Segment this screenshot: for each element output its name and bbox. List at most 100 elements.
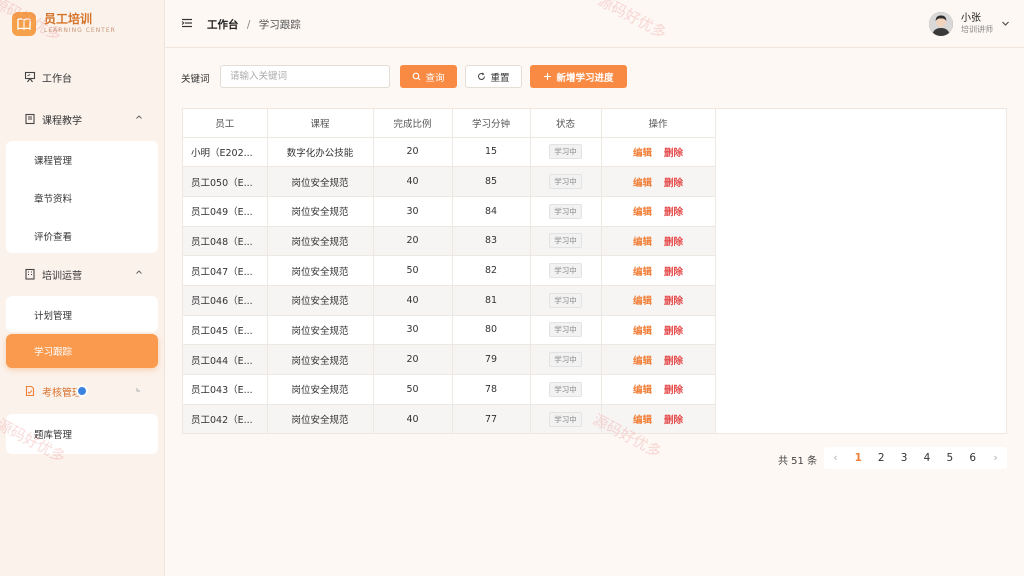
cell-status: 学习中 (530, 255, 602, 286)
cell-status: 学习中 (530, 166, 602, 197)
data-table: 员工 课程 完成比例 学习分钟 状态 操作 小明（E202... 数字化办公技能 2… (183, 109, 716, 435)
cell-minutes: 83 (452, 226, 531, 257)
keyword-search-input[interactable] (220, 65, 390, 88)
delete-button[interactable]: 删除 (664, 148, 683, 159)
prev-page-button[interactable]: ‹ (829, 452, 841, 464)
query-button-label: 查询 (425, 72, 445, 84)
edit-button[interactable]: 编辑 (633, 326, 652, 337)
delete-button[interactable]: 删除 (664, 178, 683, 189)
sidebar-item-workbench[interactable]: 工作台 (0, 64, 165, 90)
breadcrumb-home[interactable]: 工作台 (207, 19, 239, 31)
cell-minutes: 79 (452, 344, 531, 375)
column-header-employee[interactable]: 员工 (183, 109, 268, 138)
cell-status: 学习中 (530, 315, 602, 346)
sidebar-item-course-management[interactable]: 课程管理 (6, 141, 158, 179)
cell-employee: 员工043（E... (183, 374, 268, 405)
add-progress-button[interactable]: 新增学习进度 (530, 65, 627, 88)
cell-minutes: 84 (452, 196, 531, 227)
edit-button[interactable]: 编辑 (633, 178, 652, 189)
delete-button[interactable]: 删除 (664, 326, 683, 337)
page-button[interactable]: 4 (921, 452, 933, 464)
cell-status: 学习中 (530, 285, 602, 316)
chevron-down-icon[interactable] (1001, 18, 1010, 31)
cell-status: 学习中 (530, 226, 602, 257)
menu-fold-icon[interactable] (181, 17, 193, 32)
cell-minutes: 15 (452, 137, 531, 168)
table-row: 小明（E202... 数字化办公技能 20 15 学习中 编辑 删除 (183, 137, 716, 168)
delete-button[interactable]: 删除 (664, 237, 683, 248)
table-row: 员工049（E... 岗位安全规范 30 84 学习中 编辑 删除 (183, 196, 716, 227)
cell-ratio: 40 (373, 285, 453, 316)
breadcrumb: 工作台 / 学习跟踪 (207, 17, 301, 32)
cell-course: 岗位安全规范 (267, 285, 374, 316)
cell-minutes: 80 (452, 315, 531, 346)
sidebar-item-label: 工作台 (42, 73, 72, 85)
query-button[interactable]: 查询 (400, 65, 457, 88)
delete-button[interactable]: 删除 (664, 385, 683, 396)
delete-button[interactable]: 删除 (664, 415, 683, 426)
sidebar-group-course[interactable]: 课程教学 (0, 106, 165, 132)
building-icon (24, 268, 36, 280)
delete-button[interactable]: 删除 (664, 356, 683, 367)
cell-actions: 编辑 删除 (601, 255, 716, 286)
delete-button[interactable]: 删除 (664, 207, 683, 218)
edit-button[interactable]: 编辑 (633, 207, 652, 218)
cell-status: 学习中 (530, 404, 602, 435)
column-header-status[interactable]: 状态 (530, 109, 602, 138)
page-button[interactable]: 2 (875, 452, 887, 464)
delete-button[interactable]: 删除 (664, 267, 683, 278)
cell-ratio: 20 (373, 226, 453, 257)
edit-button[interactable]: 编辑 (633, 237, 652, 248)
watermark: 源码好优多 (594, 0, 670, 43)
cell-minutes: 78 (452, 374, 531, 405)
page-button[interactable]: 5 (944, 452, 956, 464)
keyword-label: 关键词 (181, 74, 210, 85)
cell-employee: 员工047（E... (183, 255, 268, 286)
table-row: 员工046（E... 岗位安全规范 40 81 学习中 编辑 删除 (183, 285, 716, 316)
sidebar-group-exam[interactable]: 考核管理 (0, 378, 165, 404)
cell-status: 学习中 (530, 344, 602, 375)
cell-course: 岗位安全规范 (267, 374, 374, 405)
reset-button[interactable]: 重置 (465, 65, 522, 88)
user-menu[interactable]: 小张 培训讲师 (929, 12, 1010, 36)
cell-employee: 员工044（E... (183, 344, 268, 375)
sidebar-item-reviews[interactable]: 评价查看 (6, 217, 158, 255)
learning-progress-table: 员工 课程 完成比例 学习分钟 状态 操作 小明（E202... 数字化办公技能 2… (182, 108, 1007, 435)
page-button[interactable]: 3 (898, 452, 910, 464)
sidebar-group-label: 课程教学 (42, 115, 82, 127)
cell-ratio: 20 (373, 344, 453, 375)
cell-employee: 员工049（E... (183, 196, 268, 227)
sidebar-item-plan-management[interactable]: 计划管理 (6, 296, 158, 334)
cell-actions: 编辑 删除 (601, 374, 716, 405)
page-button[interactable]: 1 (852, 452, 864, 464)
cell-ratio: 50 (373, 374, 453, 405)
cell-actions: 编辑 删除 (601, 226, 716, 257)
edit-button[interactable]: 编辑 (633, 148, 652, 159)
sidebar-item-learning-tracking[interactable]: 学习跟踪 (6, 334, 158, 368)
cell-status: 学习中 (530, 196, 602, 227)
cell-actions: 编辑 删除 (601, 196, 716, 227)
edit-button[interactable]: 编辑 (633, 415, 652, 426)
user-name: 小张 (961, 13, 981, 24)
status-badge: 学习中 (549, 352, 582, 368)
breadcrumb-current: 学习跟踪 (258, 19, 301, 31)
cell-minutes: 85 (452, 166, 531, 197)
edit-button[interactable]: 编辑 (633, 385, 652, 396)
column-header-course[interactable]: 课程 (267, 109, 374, 138)
next-page-button[interactable]: › (990, 452, 1002, 464)
table-row: 员工047（E... 岗位安全规范 50 82 学习中 编辑 删除 (183, 255, 716, 286)
cell-course: 岗位安全规范 (267, 315, 374, 346)
page-button[interactable]: 6 (967, 452, 979, 464)
edit-button[interactable]: 编辑 (633, 296, 652, 307)
sidebar-item-chapter-materials[interactable]: 章节资料 (6, 179, 158, 217)
sidebar-group-operations[interactable]: 培训运营 (0, 261, 165, 287)
edit-button[interactable]: 编辑 (633, 356, 652, 367)
column-header-ratio[interactable]: 完成比例 (373, 109, 453, 138)
refresh-icon (477, 72, 486, 81)
edit-button[interactable]: 编辑 (633, 267, 652, 278)
column-header-minutes[interactable]: 学习分钟 (452, 109, 531, 138)
total-count: 共 51 条 (778, 456, 818, 467)
cell-ratio: 30 (373, 315, 453, 346)
delete-button[interactable]: 删除 (664, 296, 683, 307)
book-open-icon (24, 113, 36, 125)
